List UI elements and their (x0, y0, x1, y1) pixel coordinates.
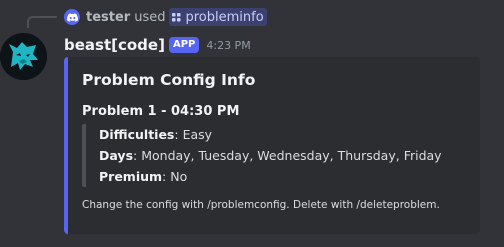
field-label: Difficulties (99, 127, 175, 142)
field-value: Monday, Tuesday, Wednesday, Thursday, Fr… (137, 148, 442, 163)
reply-username[interactable]: tester (86, 10, 130, 25)
reply-used-text: used (134, 9, 166, 25)
command-name: probleminfo (185, 9, 264, 25)
field-premium: Premium: No (99, 166, 466, 187)
slash-command-icon (172, 12, 181, 21)
bot-avatar[interactable] (0, 33, 47, 80)
wolf-logo-icon (0, 33, 47, 80)
field-value: No (166, 169, 188, 184)
message-timestamp[interactable]: 4:23 PM (206, 39, 250, 52)
field-days: Days: Monday, Tuesday, Wednesday, Thursd… (99, 145, 466, 166)
embed-title: Problem Config Info (82, 71, 256, 89)
field-difficulties: Difficulties: Easy (99, 124, 466, 145)
reply-reference[interactable]: tester used probleminfo (64, 8, 267, 26)
bot-username[interactable]: beast[code] (64, 36, 165, 54)
app-badge: APP (168, 37, 200, 53)
field-value: Easy (178, 127, 213, 142)
reply-spine (27, 16, 57, 28)
message-header: beast[code] APP 4:23 PM (64, 34, 251, 56)
field-label: Premium (99, 169, 163, 184)
config-blockquote: Difficulties: Easy Days: Monday, Tuesday… (82, 124, 466, 187)
embed-footer-text: Change the config with /problemconfig. D… (82, 199, 440, 211)
embed-card: Problem Config Info Problem 1 - 04:30 PM… (64, 57, 480, 234)
discord-logo-icon[interactable] (64, 9, 80, 25)
command-mention[interactable]: probleminfo (169, 8, 267, 26)
field-label: Days (99, 148, 134, 163)
problem-heading: Problem 1 - 04:30 PM (82, 104, 240, 119)
